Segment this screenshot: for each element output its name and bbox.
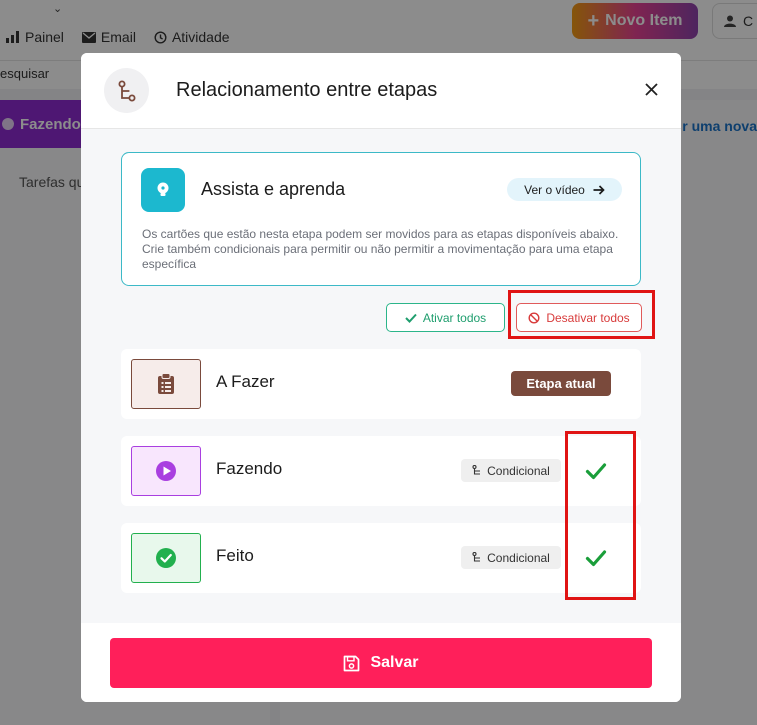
close-icon	[644, 82, 658, 96]
stage-name: A Fazer	[216, 372, 275, 391]
current-stage-badge: Etapa atual	[511, 371, 611, 396]
modal-icon-circle	[104, 68, 149, 113]
arrow-right-icon	[593, 184, 605, 195]
stage-name: Feito	[216, 546, 254, 565]
stage-relationship-modal: Relacionamento entre etapas Assista e ap…	[81, 53, 681, 702]
branch-icon	[118, 80, 135, 101]
enable-all-button[interactable]: Ativar todos	[386, 303, 505, 332]
learn-title: Assista e aprenda	[201, 179, 346, 199]
watch-and-learn-card: Assista e aprenda Ver o vídeo Os cartões…	[121, 152, 641, 286]
learn-description: Os cartões que estão nesta etapa podem s…	[142, 227, 619, 271]
check-icon	[405, 313, 417, 323]
watch-video-button[interactable]: Ver o vídeo	[507, 178, 622, 201]
modal-footer: Salvar	[81, 623, 681, 702]
branch-icon	[472, 465, 481, 475]
stage-name: Fazendo	[216, 459, 283, 478]
lightbulb-icon	[141, 168, 185, 212]
highlight-box-checks	[565, 431, 636, 600]
modal-title: Relacionamento entre etapas	[176, 79, 438, 101]
branch-icon	[472, 552, 481, 562]
save-button[interactable]: Salvar	[110, 638, 652, 688]
clipboard-icon	[158, 373, 174, 394]
stage-icon-box	[131, 359, 201, 409]
close-button[interactable]	[639, 77, 663, 101]
stage-row-feito: Feito Condicional	[121, 523, 641, 593]
stage-row-fazendo: Fazendo Condicional	[121, 436, 641, 506]
stage-row-a-fazer: A Fazer Etapa atual	[121, 349, 641, 419]
conditional-button[interactable]: Condicional	[461, 546, 561, 569]
stage-icon-box	[131, 446, 201, 496]
modal-header: Relacionamento entre etapas	[81, 53, 681, 129]
floppy-disk-icon	[344, 655, 360, 671]
highlight-box-disable-all	[508, 290, 655, 339]
stage-icon-box	[131, 533, 201, 583]
play-icon	[156, 461, 176, 481]
check-circle-icon	[156, 548, 176, 568]
conditional-button[interactable]: Condicional	[461, 459, 561, 482]
